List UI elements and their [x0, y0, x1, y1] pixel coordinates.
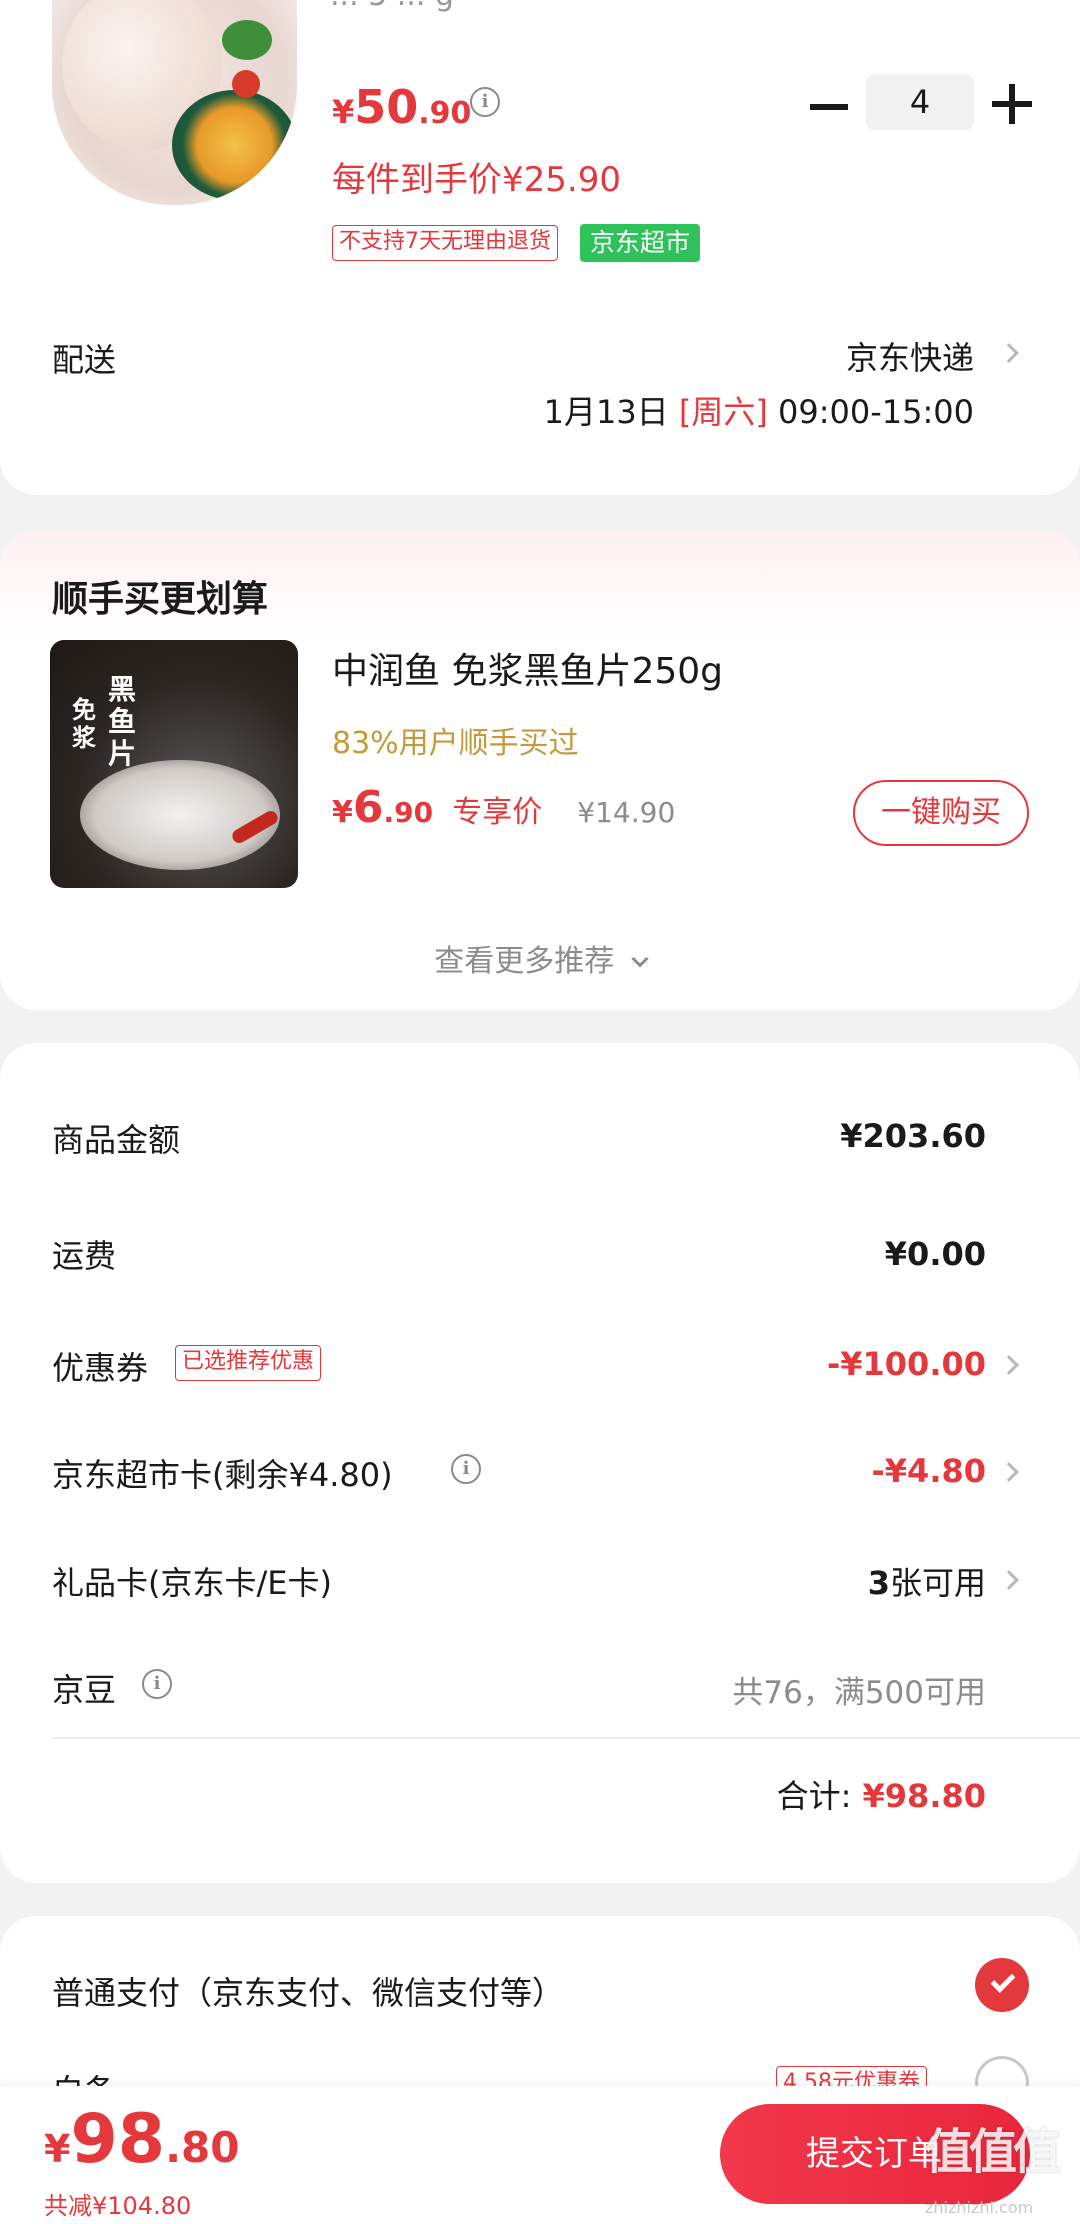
gift-card-value[interactable]: 3张可用: [868, 1558, 986, 1604]
pepper-graphic: [232, 70, 260, 98]
watermark-url: zhizhizhi.com: [925, 2198, 1034, 2217]
no-return-tag: 不支持7天无理由退货: [332, 225, 558, 261]
price-symbol: ¥: [332, 93, 355, 131]
coupon-label[interactable]: 优惠券: [52, 1343, 148, 1389]
gift-card-chevron-icon[interactable]: [999, 1570, 1019, 1590]
market-card-chevron-icon[interactable]: [999, 1462, 1019, 1482]
total-label: 合计:: [776, 1777, 852, 1815]
delivery-window: 09:00-15:00: [778, 393, 974, 431]
beans-label: 京豆: [52, 1671, 117, 1709]
product-card: ... 5 ... g ¥50.90 i 4 每件到手价¥25.90 不支持7天…: [0, 0, 1080, 495]
more-recommend-link[interactable]: 查看更多推荐: [0, 936, 1080, 980]
gift-card-count: 3: [867, 1564, 890, 1602]
shipping-label: 运费: [52, 1237, 117, 1275]
product-image[interactable]: [52, 0, 297, 205]
normal-payment-check[interactable]: [975, 1958, 1029, 2012]
per-item-price: 每件到手价¥25.90: [332, 160, 621, 200]
beans-value: 共76，满500可用: [732, 1675, 986, 1711]
bottom-price-symbol: ¥: [44, 2127, 71, 2171]
delivery-label: 配送: [52, 341, 117, 379]
gift-card-label[interactable]: 礼品卡(京东卡/E卡): [52, 1558, 332, 1604]
delivery-weekday: [周六]: [678, 393, 768, 431]
store-tag: 京东超市: [580, 224, 701, 262]
more-recommend-label: 查看更多推荐: [434, 944, 615, 979]
quantity-minus-button[interactable]: [810, 104, 848, 110]
market-card-label[interactable]: 京东超市卡(剩余¥4.80): [52, 1450, 393, 1496]
price-info-icon[interactable]: i: [470, 87, 500, 117]
shipping-value: ¥0.00: [884, 1235, 986, 1273]
bottom-bar: ¥98.80 共减¥104.80 提交订单 值值值 zhizhizhi.com: [0, 2086, 1080, 2224]
market-card-value[interactable]: -¥4.80: [872, 1452, 987, 1490]
recommend-bought-rate: 83%用户顺手买过: [332, 726, 579, 761]
quantity-plus-button[interactable]: [992, 84, 1032, 124]
watermark-logo: 值值值: [925, 2112, 1061, 2182]
goods-amount-value: ¥203.60: [840, 1117, 986, 1155]
gift-card-text: 张可用: [889, 1564, 986, 1602]
goods-amount-label: 商品金额: [52, 1121, 181, 1159]
summary-card: 商品金额 ¥203.60 运费 ¥0.00 优惠券 已选推荐优惠 -¥100.0…: [0, 1043, 1080, 1883]
product-title-partial: ... 5 ... g: [330, 0, 454, 13]
total-value: ¥98.80: [862, 1777, 986, 1815]
watermark-text: 值值值: [925, 2124, 1061, 2180]
one-click-buy-button[interactable]: 一键购买: [853, 780, 1029, 846]
recommend-price-label: 专享价: [452, 795, 543, 830]
chevron-down-icon: [631, 950, 649, 968]
bottom-total-price: ¥98.80: [44, 2100, 240, 2179]
product-price: ¥50.90: [332, 80, 471, 134]
coupon-value[interactable]: -¥100.00: [827, 1345, 986, 1383]
beans-info-icon[interactable]: i: [142, 1669, 172, 1699]
delivery-date: 1月13日: [543, 393, 669, 431]
recommend-item-name[interactable]: 中润鱼 免浆黑鱼片250g: [332, 642, 723, 694]
coupon-chevron-icon[interactable]: [999, 1355, 1019, 1375]
recommend-price-decimal: .90: [383, 796, 434, 829]
bottom-price-decimal: .80: [165, 2123, 240, 2172]
image-text-sub: 免浆: [72, 696, 96, 752]
plus-icon-vertical: [1009, 84, 1015, 124]
dish-bowl-graphic: [172, 90, 297, 200]
delivery-time[interactable]: 1月13日 [周六] 09:00-15:00: [544, 387, 974, 433]
quantity-input[interactable]: 4: [866, 74, 974, 130]
recommend-price: ¥6.90 专享价 ¥14.90: [332, 782, 675, 833]
recommend-price-integer: 6: [352, 782, 384, 833]
normal-payment-label[interactable]: 普通支付（京东支付、微信支付等）: [52, 1968, 564, 2014]
image-text-main: 黑鱼片: [108, 673, 137, 770]
herb-graphic: [222, 20, 272, 60]
summary-divider: [52, 1737, 1080, 1739]
total-row: 合计: ¥98.80: [777, 1771, 986, 1817]
bottom-saved: 共减¥104.80: [44, 2192, 192, 2220]
recommend-title: 顺手买更划算: [52, 579, 269, 620]
price-decimal: .90: [418, 96, 472, 131]
checkmark-icon: [990, 1968, 1016, 1993]
recommend-original-price: ¥14.90: [577, 796, 676, 829]
recommend-image[interactable]: 黑鱼片 免浆: [50, 640, 298, 888]
recommend-card: 顺手买更划算 黑鱼片 免浆 中润鱼 免浆黑鱼片250g 83%用户顺手买过 ¥6…: [0, 530, 1080, 1010]
market-card-info-icon[interactable]: i: [451, 1454, 481, 1484]
submit-order-label: 提交订单: [806, 2134, 942, 2174]
recommend-price-symbol: ¥: [332, 795, 353, 830]
price-integer: 50: [354, 80, 419, 134]
fish-slices-graphic: [80, 760, 280, 870]
coupon-tag: 已选推荐优惠: [175, 1345, 322, 1381]
delivery-chevron-icon[interactable]: [999, 343, 1019, 363]
delivery-carrier[interactable]: 京东快递: [846, 333, 974, 379]
bottom-price-integer: 98: [70, 2100, 166, 2179]
